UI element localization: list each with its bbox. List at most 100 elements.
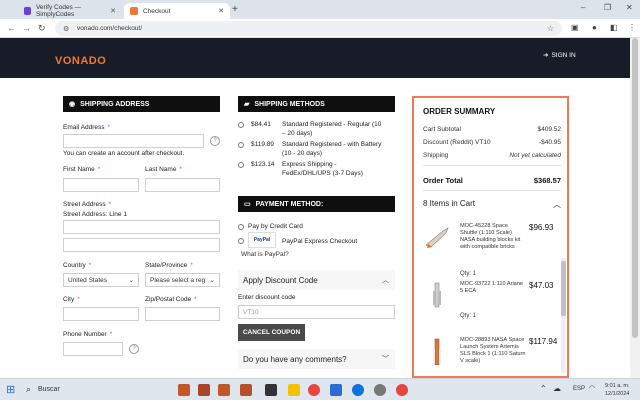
space-shuttle-thumbnail xyxy=(425,227,449,248)
credit-card-icon: ▭ xyxy=(244,201,251,208)
street-line1-field[interactable] xyxy=(63,220,220,234)
state-select[interactable]: Please select a reg ⌄ xyxy=(145,273,220,287)
app-icon[interactable] xyxy=(330,384,342,396)
divider xyxy=(423,165,561,166)
phone-field[interactable] xyxy=(63,342,123,356)
discount-code-field[interactable]: VT10 xyxy=(238,305,395,319)
phone-label: Phone Number * xyxy=(63,331,113,338)
row-label: Cart Subtotal xyxy=(423,126,461,133)
paypal-radio[interactable] xyxy=(238,238,244,244)
wifi-icon[interactable]: ◠ xyxy=(589,384,595,392)
discount-row: Discount (Reddit) VT10 -$40.95 xyxy=(423,139,561,146)
maximize-button[interactable]: ❐ xyxy=(604,3,611,12)
chevron-down-icon: ⌄ xyxy=(209,277,215,284)
divider xyxy=(423,190,561,191)
item-name: MOC-45228 Space Shuttle (1:110 Scale) NA… xyxy=(460,223,521,250)
app-icon[interactable] xyxy=(218,384,230,396)
help-icon[interactable]: ? xyxy=(210,136,220,146)
menu-kebab-icon[interactable]: ⋮ xyxy=(628,23,636,32)
credit-card-radio[interactable] xyxy=(238,224,244,230)
credit-card-label: Pay by Credit Card xyxy=(248,223,303,230)
country-value: United States xyxy=(68,276,108,284)
cart-item: MOC-45228 Space Shuttle (1:110 Scale) NA… xyxy=(423,223,555,283)
zip-field[interactable] xyxy=(145,307,220,321)
cart-list-scrollbar[interactable] xyxy=(561,258,566,373)
close-window-button[interactable]: ✕ xyxy=(626,3,633,12)
app-icon[interactable] xyxy=(265,384,277,396)
last-name-label: Last Name * xyxy=(145,166,182,173)
vonado-favicon-icon xyxy=(130,7,138,15)
shipping-option-radio[interactable] xyxy=(238,162,244,168)
checkout-page: VONADO ➔ SIGN IN ◉ SHIPPING ADDRESS Emai… xyxy=(0,38,640,378)
chrome-icon[interactable] xyxy=(308,384,320,396)
reload-icon[interactable]: ↻ xyxy=(38,23,46,34)
city-field[interactable] xyxy=(63,307,139,321)
forward-arrow-icon[interactable]: → xyxy=(22,23,31,33)
discount-accordion[interactable]: Apply Discount Code ︿ xyxy=(238,270,395,290)
state-label: State/Province * xyxy=(145,262,193,269)
cancel-coupon-button[interactable]: CANCEL COUPON xyxy=(238,324,305,341)
close-tab-icon[interactable]: ✕ xyxy=(110,7,116,15)
shipping-methods-header: ▰ SHIPPING METHODS xyxy=(238,96,395,112)
bookmark-star-icon[interactable]: ☆ xyxy=(547,24,554,33)
shipping-row: Shipping Not yet calculated xyxy=(423,152,561,159)
new-tab-button[interactable]: + xyxy=(232,4,238,15)
back-arrow-icon[interactable]: ← xyxy=(7,23,16,33)
sign-in-link[interactable]: ➔ SIGN IN xyxy=(543,51,576,60)
shipping-option-price: $123.14 xyxy=(251,161,275,168)
payment-method-header: ▭ PAYMENT METHOD: xyxy=(238,196,395,212)
app-icon[interactable] xyxy=(178,384,190,396)
shipping-option-name: Express Shipping - FedEx/DHL/UPS (3-7 Da… xyxy=(282,161,363,177)
app-icon[interactable] xyxy=(374,384,386,396)
page-scrollbar[interactable] xyxy=(630,38,640,378)
language-indicator[interactable]: ESP xyxy=(573,386,585,392)
close-tab-icon[interactable]: ✕ xyxy=(218,7,224,15)
extensions-icon[interactable]: ▣ xyxy=(571,23,579,32)
url-field[interactable]: ⚙ vonado.com/checkout/ ☆ xyxy=(55,21,562,36)
clock[interactable]: 9:01 a. m. 12/1/2024 xyxy=(605,382,629,398)
item-qty: Qty: 1 xyxy=(460,313,477,319)
tab-verify-codes[interactable]: Verify Codes — SimplyCodes ✕ xyxy=(18,3,122,19)
simplycodes-favicon-icon xyxy=(24,7,31,15)
item-price: $117.94 xyxy=(529,337,558,346)
browser-tab-bar: Verify Codes — SimplyCodes ✕ Checkout ✕ … xyxy=(0,0,640,19)
split-view-icon[interactable]: ◧ xyxy=(610,23,618,32)
chrome-icon[interactable] xyxy=(396,384,408,396)
row-value: $409.52 xyxy=(537,126,562,133)
shipping-option-name: Standard Registered - with Battery (10 -… xyxy=(282,141,382,157)
last-name-field[interactable] xyxy=(145,178,220,192)
help-icon[interactable]: ? xyxy=(129,344,139,354)
shipping-option-radio[interactable] xyxy=(238,122,244,128)
vonado-logo[interactable]: VONADO xyxy=(55,55,106,67)
what-is-paypal-link[interactable]: What is PayPal? xyxy=(241,251,289,258)
comments-accordion[interactable]: Do you have any comments? ﹀ xyxy=(238,349,395,369)
account-note: You can create an account after checkout… xyxy=(63,150,185,157)
app-icon[interactable] xyxy=(198,384,210,396)
minimize-button[interactable]: – xyxy=(581,3,585,12)
shipping-option-radio[interactable] xyxy=(238,142,244,148)
tab-checkout[interactable]: Checkout ✕ xyxy=(124,3,230,19)
order-summary-title: ORDER SUMMARY xyxy=(423,107,496,116)
order-summary-panel: ORDER SUMMARY Cart Subtotal $409.52 Disc… xyxy=(412,96,569,378)
profile-avatar-icon[interactable]: ● xyxy=(592,23,597,32)
search-icon[interactable]: ⌕ xyxy=(26,384,31,395)
email-field[interactable] xyxy=(63,134,204,148)
taskbar-search-label[interactable]: Buscar xyxy=(38,386,60,393)
row-value: -$40.95 xyxy=(538,139,561,146)
first-name-field[interactable] xyxy=(63,178,139,192)
tab-title: Checkout xyxy=(143,7,171,15)
tray-chevron-icon[interactable]: ⌃ xyxy=(540,384,547,393)
app-icon[interactable] xyxy=(240,384,252,396)
edge-icon[interactable] xyxy=(352,384,364,396)
country-select[interactable]: United States ⌄ xyxy=(63,273,139,287)
cloud-icon[interactable]: ☁ xyxy=(553,384,561,393)
file-explorer-icon[interactable] xyxy=(288,384,300,396)
section-title: SHIPPING ADDRESS xyxy=(80,100,150,108)
windows-start-icon[interactable]: ⊞ xyxy=(6,383,15,396)
site-info-icon[interactable]: ⚙ xyxy=(63,25,71,33)
items-count-label: 8 Items in Cart xyxy=(423,199,476,208)
site-header: VONADO ➔ SIGN IN xyxy=(0,38,630,78)
street-line2-field[interactable] xyxy=(63,238,220,252)
order-total-row: Order Total $368.57 xyxy=(423,176,561,185)
items-in-cart-toggle[interactable]: 8 Items in Cart ︿ xyxy=(423,199,561,210)
